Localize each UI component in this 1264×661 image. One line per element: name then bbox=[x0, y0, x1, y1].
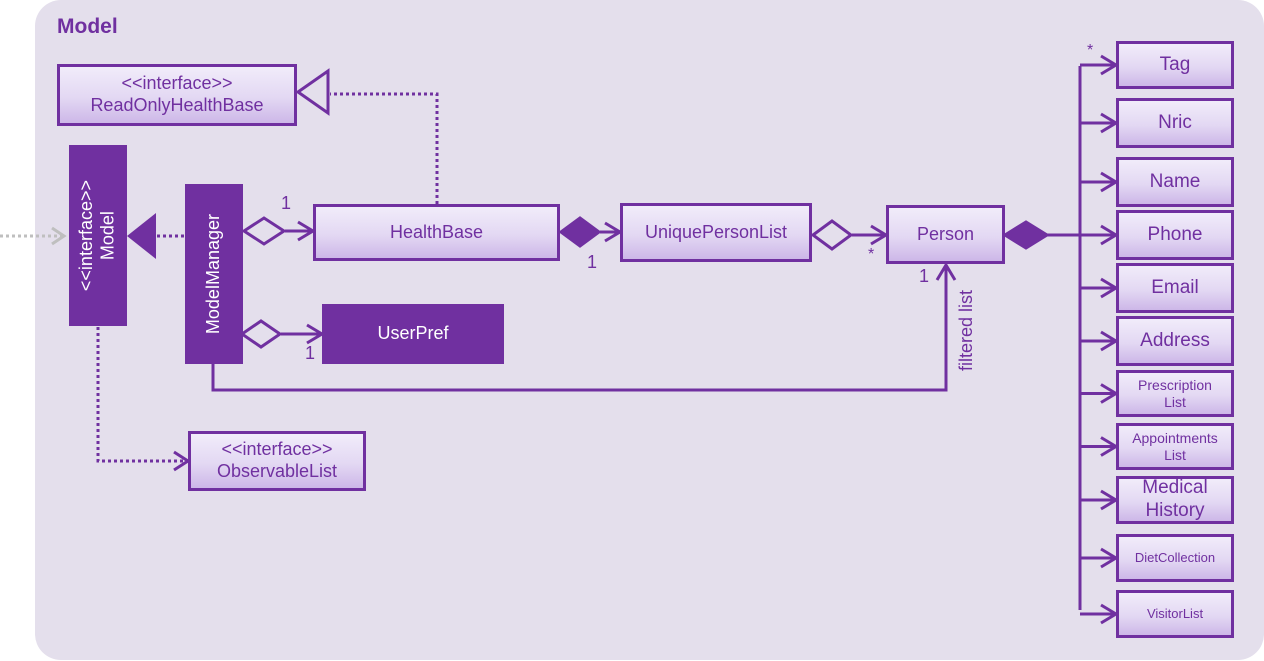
aggregation-diamond-uniquepersonlist bbox=[810, 219, 854, 251]
class-attribute[interactable]: Address bbox=[1116, 316, 1234, 366]
class-person[interactable]: Person bbox=[886, 205, 1005, 264]
class-healthbase[interactable]: HealthBase bbox=[313, 204, 560, 261]
stereotype-label: <<interface>> bbox=[121, 73, 233, 94]
class-observablelist[interactable]: <<interface>> ObservableList bbox=[188, 431, 366, 491]
realization-triangle-model bbox=[127, 213, 156, 259]
class-name-line2: List bbox=[1164, 446, 1186, 463]
multiplicity-person-tag: * bbox=[1087, 42, 1094, 59]
class-name: Email bbox=[1151, 276, 1199, 298]
class-name: Prescription bbox=[1138, 376, 1212, 393]
stereotype-label: <<interface>> bbox=[76, 179, 97, 292]
class-name: Nric bbox=[1158, 111, 1192, 133]
class-name: VisitorList bbox=[1146, 606, 1204, 622]
multiplicity-modelmanager-userpref: 1 bbox=[305, 343, 316, 363]
class-attribute[interactable]: Medical History bbox=[1116, 476, 1234, 524]
class-attribute[interactable]: Appointments List bbox=[1116, 423, 1234, 470]
filtered-list-label: filtered list bbox=[956, 290, 976, 372]
class-name: Phone bbox=[1147, 223, 1203, 245]
attribute-arrows bbox=[1080, 54, 1119, 625]
class-name: UserPref bbox=[377, 323, 449, 344]
class-attribute[interactable]: Name bbox=[1116, 157, 1234, 207]
class-name: Model bbox=[98, 210, 118, 261]
multiplicity-healthbase-uniquepersonlist: 1 bbox=[587, 252, 598, 272]
class-userpref[interactable]: UserPref bbox=[322, 304, 504, 364]
class-attribute[interactable]: Phone bbox=[1116, 210, 1234, 260]
class-attribute[interactable]: VisitorList bbox=[1116, 590, 1234, 638]
composition-diamond-person bbox=[1002, 220, 1050, 250]
class-attribute[interactable]: Email bbox=[1116, 263, 1234, 313]
class-name: DietCollection bbox=[1134, 550, 1216, 566]
class-modelmanager[interactable]: ModelManager bbox=[185, 184, 243, 364]
class-name: Name bbox=[1149, 170, 1201, 192]
class-name: ObservableList bbox=[216, 461, 338, 481]
class-model-interface[interactable]: <<interface>> Model bbox=[69, 145, 127, 326]
aggregation-diamond-userpref bbox=[239, 319, 283, 349]
class-name: ReadOnlyHealthBase bbox=[90, 95, 264, 115]
class-readonlyhealthbase[interactable]: <<interface>> ReadOnlyHealthBase bbox=[57, 64, 297, 126]
class-name: Medical bbox=[1142, 477, 1208, 499]
class-name: Appointments bbox=[1132, 429, 1218, 446]
class-name-line2: List bbox=[1164, 393, 1186, 410]
multiplicity-filtered-person: 1 bbox=[919, 266, 930, 286]
class-attribute[interactable]: Prescription List bbox=[1116, 370, 1234, 417]
external-dependency-arrowhead bbox=[51, 226, 67, 246]
class-attribute[interactable]: DietCollection bbox=[1116, 534, 1234, 582]
class-uniquepersonlist[interactable]: UniquePersonList bbox=[620, 203, 812, 262]
class-name: Person bbox=[916, 223, 975, 244]
realization-line-healthbase-readonly bbox=[330, 92, 439, 204]
class-name: Tag bbox=[1159, 53, 1191, 75]
class-name-line2: History bbox=[1145, 500, 1205, 521]
multiplicity-modelmanager-healthbase: 1 bbox=[281, 193, 292, 213]
class-name: UniquePersonList bbox=[644, 221, 788, 242]
stereotype-label: <<interface>> bbox=[221, 439, 333, 460]
realization-triangle-readonly bbox=[295, 68, 330, 116]
aggregation-diamond-healthbase bbox=[241, 216, 287, 246]
multiplicity-uniquepersonlist-person: * bbox=[868, 246, 875, 263]
class-attribute[interactable]: Nric bbox=[1116, 98, 1234, 148]
dependency-model-observablelist bbox=[96, 327, 186, 463]
class-name: Address bbox=[1140, 329, 1210, 351]
class-name: ModelManager bbox=[203, 213, 224, 335]
class-attribute[interactable]: Tag bbox=[1116, 41, 1234, 89]
class-name: HealthBase bbox=[389, 221, 484, 242]
composition-diamond-healthbase bbox=[558, 216, 602, 248]
